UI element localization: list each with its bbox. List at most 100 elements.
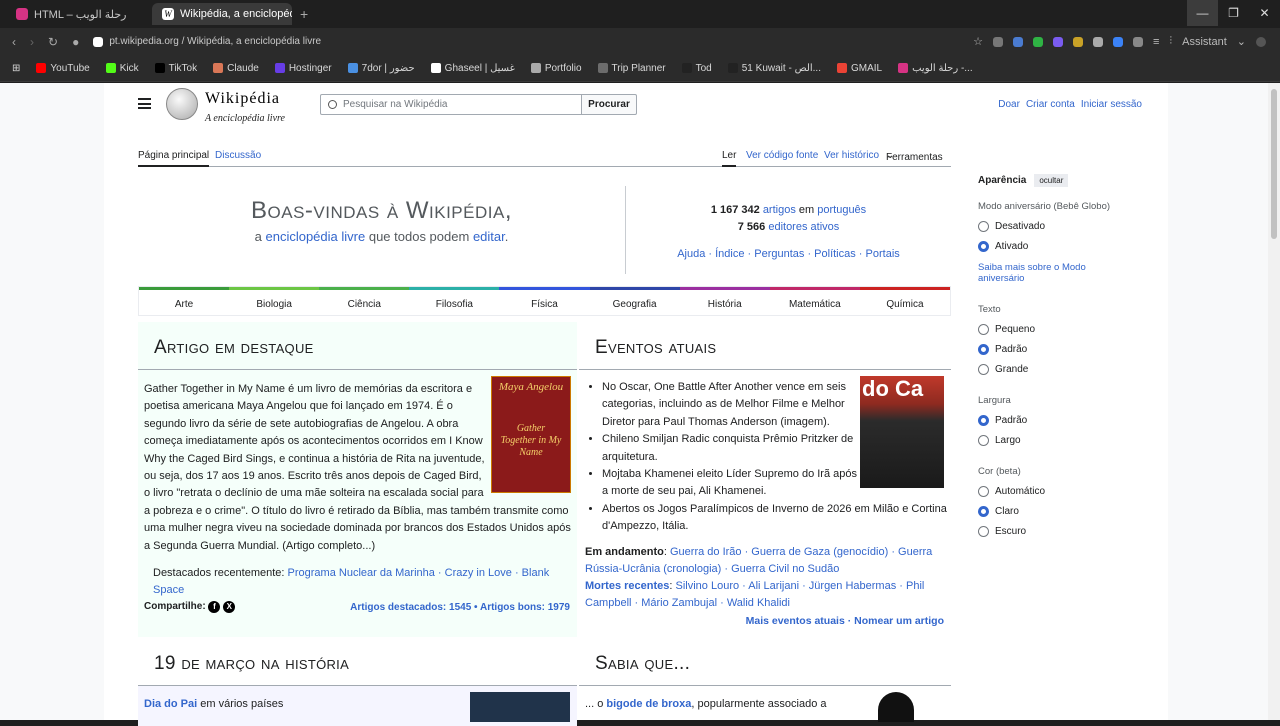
star-icon[interactable]: ☆: [973, 35, 983, 48]
portal-link[interactable]: Química: [859, 287, 950, 315]
bookmark-item[interactable]: Claude: [213, 63, 259, 74]
close-icon[interactable]: ✕: [1249, 0, 1280, 26]
bookmark-item[interactable]: Kick: [105, 63, 139, 74]
wikipedia-globe-logo-icon[interactable]: [166, 88, 198, 120]
bookmark-item[interactable]: Hostinger: [274, 63, 332, 74]
hide-button[interactable]: ocultar: [1034, 174, 1069, 187]
menu-icon[interactable]: ≡: [1153, 36, 1159, 48]
birthday-more-link[interactable]: Saiba mais sobre o Modo aniversário: [978, 262, 1124, 284]
url-field[interactable]: pt.wikipedia.org / Wikipédia, a enciclop…: [93, 36, 321, 47]
assistant-button[interactable]: Assistant: [1182, 36, 1227, 48]
donate-link[interactable]: Doar: [998, 99, 1020, 110]
portal-link[interactable]: Física: [499, 287, 590, 315]
portuguese-link[interactable]: português: [817, 204, 866, 216]
create-account-link[interactable]: Criar conta: [1026, 99, 1075, 110]
scrollbar-thumb[interactable]: [1271, 89, 1277, 239]
search-button[interactable]: Procurar: [581, 94, 637, 115]
radio-light[interactable]: Claro: [978, 506, 1124, 517]
bookmark-item[interactable]: رحلة الويب -...: [898, 63, 973, 74]
restore-icon[interactable]: ❐: [1218, 0, 1249, 26]
divider: [138, 369, 577, 370]
bookmark-item[interactable]: 51 Kuwait - الص...: [727, 63, 821, 74]
tab-label: Wikipédia, a enciclopédia: [180, 8, 292, 20]
portal-link[interactable]: Geografia: [589, 287, 680, 315]
tab-read[interactable]: Ler: [722, 150, 737, 167]
tab-tools[interactable]: Ferramentas ⌄: [886, 150, 943, 163]
apps-grid-icon[interactable]: ⊞: [12, 63, 20, 74]
portal-link[interactable]: Filosofia: [409, 287, 500, 315]
more-events-link[interactable]: Mais eventos atuais · Nomear um artigo: [746, 615, 944, 627]
radio-width-wide[interactable]: Largo: [978, 435, 1124, 446]
tagline-text: A enciclopédia livre: [205, 113, 285, 124]
deaths-label[interactable]: Mortes recentes: [585, 580, 669, 592]
bookmark-item[interactable]: Tod: [681, 63, 712, 74]
radio-label: Ativado: [995, 241, 1029, 252]
audio-icon[interactable]: ⫶: [1169, 35, 1172, 48]
fathers-day-link[interactable]: Dia do Pai: [144, 698, 197, 710]
articles-link[interactable]: artigos: [763, 204, 796, 216]
bookmark-item[interactable]: Ghaseel | غسيل: [430, 63, 515, 74]
radio-large[interactable]: Grande: [978, 364, 1124, 375]
portal-link[interactable]: História: [679, 287, 770, 315]
puzzle-icon[interactable]: [1132, 36, 1143, 47]
wikipedia-wordmark[interactable]: Wikipédia A enciclopédia livre: [205, 90, 285, 126]
x-icon[interactable]: X: [223, 601, 236, 613]
tab-main-page[interactable]: Página principal: [138, 150, 210, 167]
tab-history[interactable]: Ver histórico: [824, 150, 879, 161]
event-photo-image[interactable]: do Ca: [860, 376, 944, 488]
portal-link[interactable]: Matemática: [769, 287, 860, 315]
bookmark-favicon-icon: [274, 63, 285, 73]
radio-label: Claro: [995, 506, 1019, 517]
radio-width-standard[interactable]: Padrão: [978, 415, 1124, 426]
portal-link[interactable]: Arte: [139, 287, 230, 315]
free-encyclopedia-link[interactable]: enciclopédia livre: [265, 229, 365, 244]
back-icon[interactable]: ‹: [12, 35, 16, 49]
mustache-link[interactable]: bigode de broxa: [606, 698, 691, 710]
bookmark-item[interactable]: Portfolio: [530, 63, 582, 74]
tab-discussion[interactable]: Discussão: [215, 150, 261, 161]
search-input[interactable]: Pesquisar na Wikipédia: [320, 94, 582, 115]
mic-icon[interactable]: ●: [72, 35, 79, 49]
tab-view-source[interactable]: Ver código fonte: [746, 150, 818, 161]
bookmark-item[interactable]: Trip Planner: [597, 63, 666, 74]
radio-enabled[interactable]: Ativado: [978, 241, 1124, 252]
radio-auto[interactable]: Automático: [978, 486, 1124, 497]
chevron-down-icon[interactable]: ⌄: [1237, 35, 1246, 48]
active-editors-link[interactable]: editores ativos: [768, 221, 839, 233]
wordmark-text: Wikipédia: [205, 90, 280, 107]
facebook-icon[interactable]: f: [208, 601, 221, 613]
bookmark-item[interactable]: YouTube: [36, 63, 90, 74]
new-tab-plus-icon[interactable]: +: [300, 6, 308, 22]
shield-icon[interactable]: [1092, 36, 1103, 47]
browser-tab-wikipedia[interactable]: W Wikipédia, a enciclopédia: [152, 3, 292, 25]
history-first: Dia do Pai em vários países: [144, 696, 283, 713]
extension-icon[interactable]: [1012, 36, 1023, 47]
history-image[interactable]: [470, 692, 570, 722]
dyk-image[interactable]: [878, 692, 914, 722]
scrollbar[interactable]: [1268, 83, 1280, 720]
extension-icon[interactable]: [1112, 36, 1123, 47]
radio-disabled[interactable]: Desativado: [978, 221, 1124, 232]
radio-standard[interactable]: Padrão: [978, 344, 1124, 355]
bookmark-item[interactable]: TikTok: [154, 63, 197, 74]
minimize-icon[interactable]: —: [1187, 0, 1218, 26]
radio-dark[interactable]: Escuro: [978, 526, 1124, 537]
bookmark-item[interactable]: GMAIL: [836, 63, 882, 74]
extension-icon[interactable]: [1072, 36, 1083, 47]
browser-tab-html[interactable]: HTML – رحلة الويب: [6, 3, 146, 25]
profile-icon[interactable]: [1256, 36, 1266, 47]
bookmark-item[interactable]: 7dor | حضور: [347, 63, 415, 74]
edit-link[interactable]: editar: [473, 229, 505, 244]
extension-icon[interactable]: [1052, 36, 1063, 47]
main-menu-icon[interactable]: [138, 98, 151, 109]
portal-link[interactable]: Ciência: [319, 287, 410, 315]
featured-counts-link[interactable]: Artigos destacados: 1545 • Artigos bons:…: [350, 602, 570, 613]
radio-small[interactable]: Pequeno: [978, 324, 1124, 335]
reload-icon[interactable]: ↻: [48, 35, 58, 49]
help-links[interactable]: Ajuda · Índice · Perguntas · Políticas ·…: [626, 246, 951, 263]
power-icon[interactable]: [1032, 36, 1043, 47]
extension-icon[interactable]: [992, 36, 1003, 47]
portal-link[interactable]: Biologia: [229, 287, 320, 315]
login-link[interactable]: Iniciar sessão: [1081, 99, 1142, 110]
forward-icon[interactable]: ›: [30, 35, 34, 49]
